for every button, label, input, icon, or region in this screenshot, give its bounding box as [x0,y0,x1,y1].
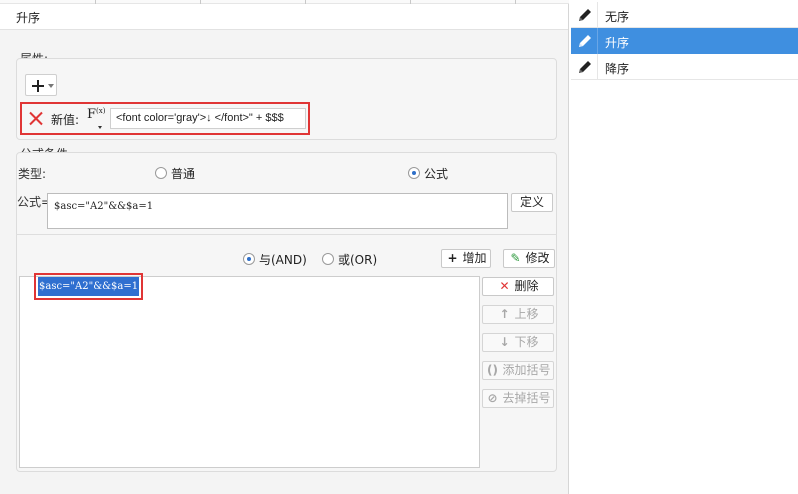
formula-input[interactable]: $asc="A2"&&$a=1 [47,193,508,229]
dialog-title: 升序 [16,11,41,25]
sort-item-label: 无序 [605,10,630,24]
modify-condition-button[interactable]: ✎ 修改 [503,249,555,268]
logic-radio-or[interactable] [322,253,334,265]
add-bracket-button[interactable]: () 添加括号 [482,361,554,380]
dialog-header: 升序 [0,4,568,30]
type-option-formula: 公式 [424,167,449,181]
property-dialog: 升序 属性: 新值: F(x) <font color='gray'>↓ </f… [0,0,569,494]
sort-item-label: 降序 [605,62,630,76]
type-option-normal: 普通 [171,167,196,181]
new-value-row: 新值: F(x) <font color='gray'>↓ </font>" +… [20,102,310,135]
divider [16,234,557,235]
plus-icon: + [447,251,458,265]
move-down-button[interactable]: ↓ 下移 [482,333,554,352]
add-property-button[interactable] [25,74,57,96]
close-icon[interactable] [28,111,43,126]
condition-list-item[interactable]: $asc="A2"&&$a=1 [33,273,144,300]
bracket-icon: () [487,363,498,377]
pencil-icon [579,9,591,21]
sort-item-descending[interactable]: 降序 [571,54,798,80]
logic-option-or: 或(OR) [338,253,378,267]
sort-item-label: 升序 [605,36,630,50]
delete-x-icon: ✕ [499,279,510,293]
new-value-label: 新值: [51,113,80,127]
pencil-icon [579,35,591,47]
new-value-input[interactable]: <font color='gray'>↓ </font>" + $$$ [110,108,306,129]
pencil-icon [579,61,591,73]
sort-item-none[interactable]: 无序 [571,2,798,28]
logic-radio-and[interactable] [243,253,255,265]
chevron-down-icon [48,84,54,88]
remove-bracket-button[interactable]: ⊘ 去掉括号 [482,389,554,408]
define-button[interactable]: 定义 [511,193,553,212]
type-radio-formula[interactable] [408,167,420,179]
formula-fx-icon[interactable]: F(x) [87,107,105,129]
type-radio-normal[interactable] [155,167,167,179]
logic-option-and: 与(AND) [259,253,307,267]
move-up-button[interactable]: ↑ 上移 [482,305,554,324]
formula-label: 公式= [17,195,52,209]
sort-option-list: 无序 升序 降序 [571,0,798,494]
sort-item-ascending[interactable]: 升序 [571,28,798,54]
delete-condition-button[interactable]: ✕ 删除 [482,277,554,296]
type-label: 类型: [18,167,47,181]
condition-list: $asc="A2"&&$a=1 [19,273,480,468]
edit-icon: ✎ [510,251,521,265]
remove-bracket-icon: ⊘ [487,391,498,405]
add-condition-button[interactable]: + 增加 [441,249,491,268]
arrow-down-icon: ↓ [499,335,510,349]
arrow-up-icon: ↑ [499,307,510,321]
